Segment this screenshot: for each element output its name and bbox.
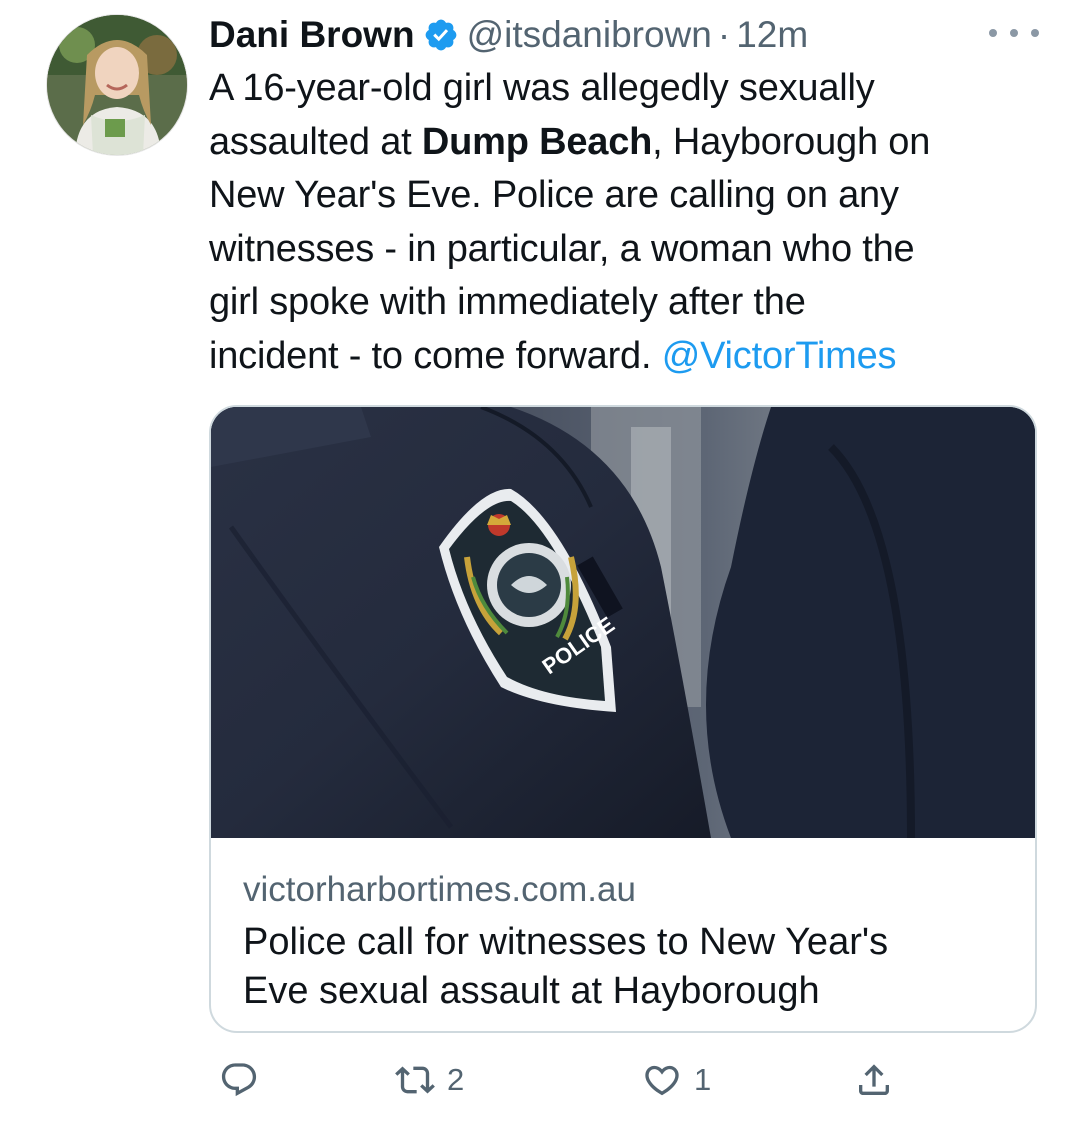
tweet-line: New Year's Eve. Police are calling on an… (209, 174, 899, 216)
reply-button[interactable] (219, 1050, 271, 1110)
mention-link[interactable]: @VictorTimes (662, 335, 897, 377)
link-card[interactable]: POLICE victorharbortimes.com.au Police c… (209, 405, 1037, 1033)
tweet-line: girl spoke with immediately after the (209, 281, 806, 323)
author-name[interactable]: Dani Brown (209, 14, 415, 56)
avatar-photo (47, 15, 187, 155)
reply-icon (221, 1063, 257, 1097)
heart-icon (645, 1065, 679, 1096)
retweet-icon (395, 1066, 435, 1094)
share-icon (859, 1064, 889, 1095)
like-count: 1 (694, 1062, 712, 1097)
verified-badge-icon (425, 19, 456, 51)
more-options-icon[interactable] (989, 20, 1039, 46)
tweet-line: witnesses - in particular, a woman who t… (209, 227, 915, 270)
card-domain: victorharbortimes.com.au (243, 870, 636, 909)
bold-location: Dump Beach (421, 120, 653, 163)
like-button[interactable]: 1 (642, 1050, 711, 1110)
card-title: Police call for witnesses to New Year's … (243, 921, 889, 1012)
police-uniform-photo: POLICE (211, 407, 1035, 838)
card-image[interactable]: POLICE (211, 407, 1035, 838)
share-button[interactable] (854, 1050, 906, 1110)
retweet-button[interactable]: 2 (395, 1050, 464, 1110)
timestamp[interactable]: 12m (736, 14, 808, 56)
tweet-header: Dani Brown @itsdanibrown · 12m (209, 13, 808, 57)
tweet-text: A 16-year-old girl was allegedly sexuall… (209, 62, 1039, 383)
author-handle[interactable]: @itsdanibrown (467, 14, 712, 56)
tweet-line: assaulted at Dump Beach, Hayborough on (209, 120, 931, 163)
tweet-actions: 2 1 (209, 1050, 909, 1110)
card-meta: victorharbortimes.com.au Police call for… (243, 840, 1015, 1016)
separator-dot: · (717, 14, 731, 55)
tweet-line: A 16-year-old girl was allegedly sexuall… (209, 67, 875, 109)
retweet-count: 2 (447, 1062, 465, 1097)
avatar[interactable] (46, 14, 188, 156)
tweet-line: incident - to come forward. @VictorTimes (209, 334, 897, 377)
